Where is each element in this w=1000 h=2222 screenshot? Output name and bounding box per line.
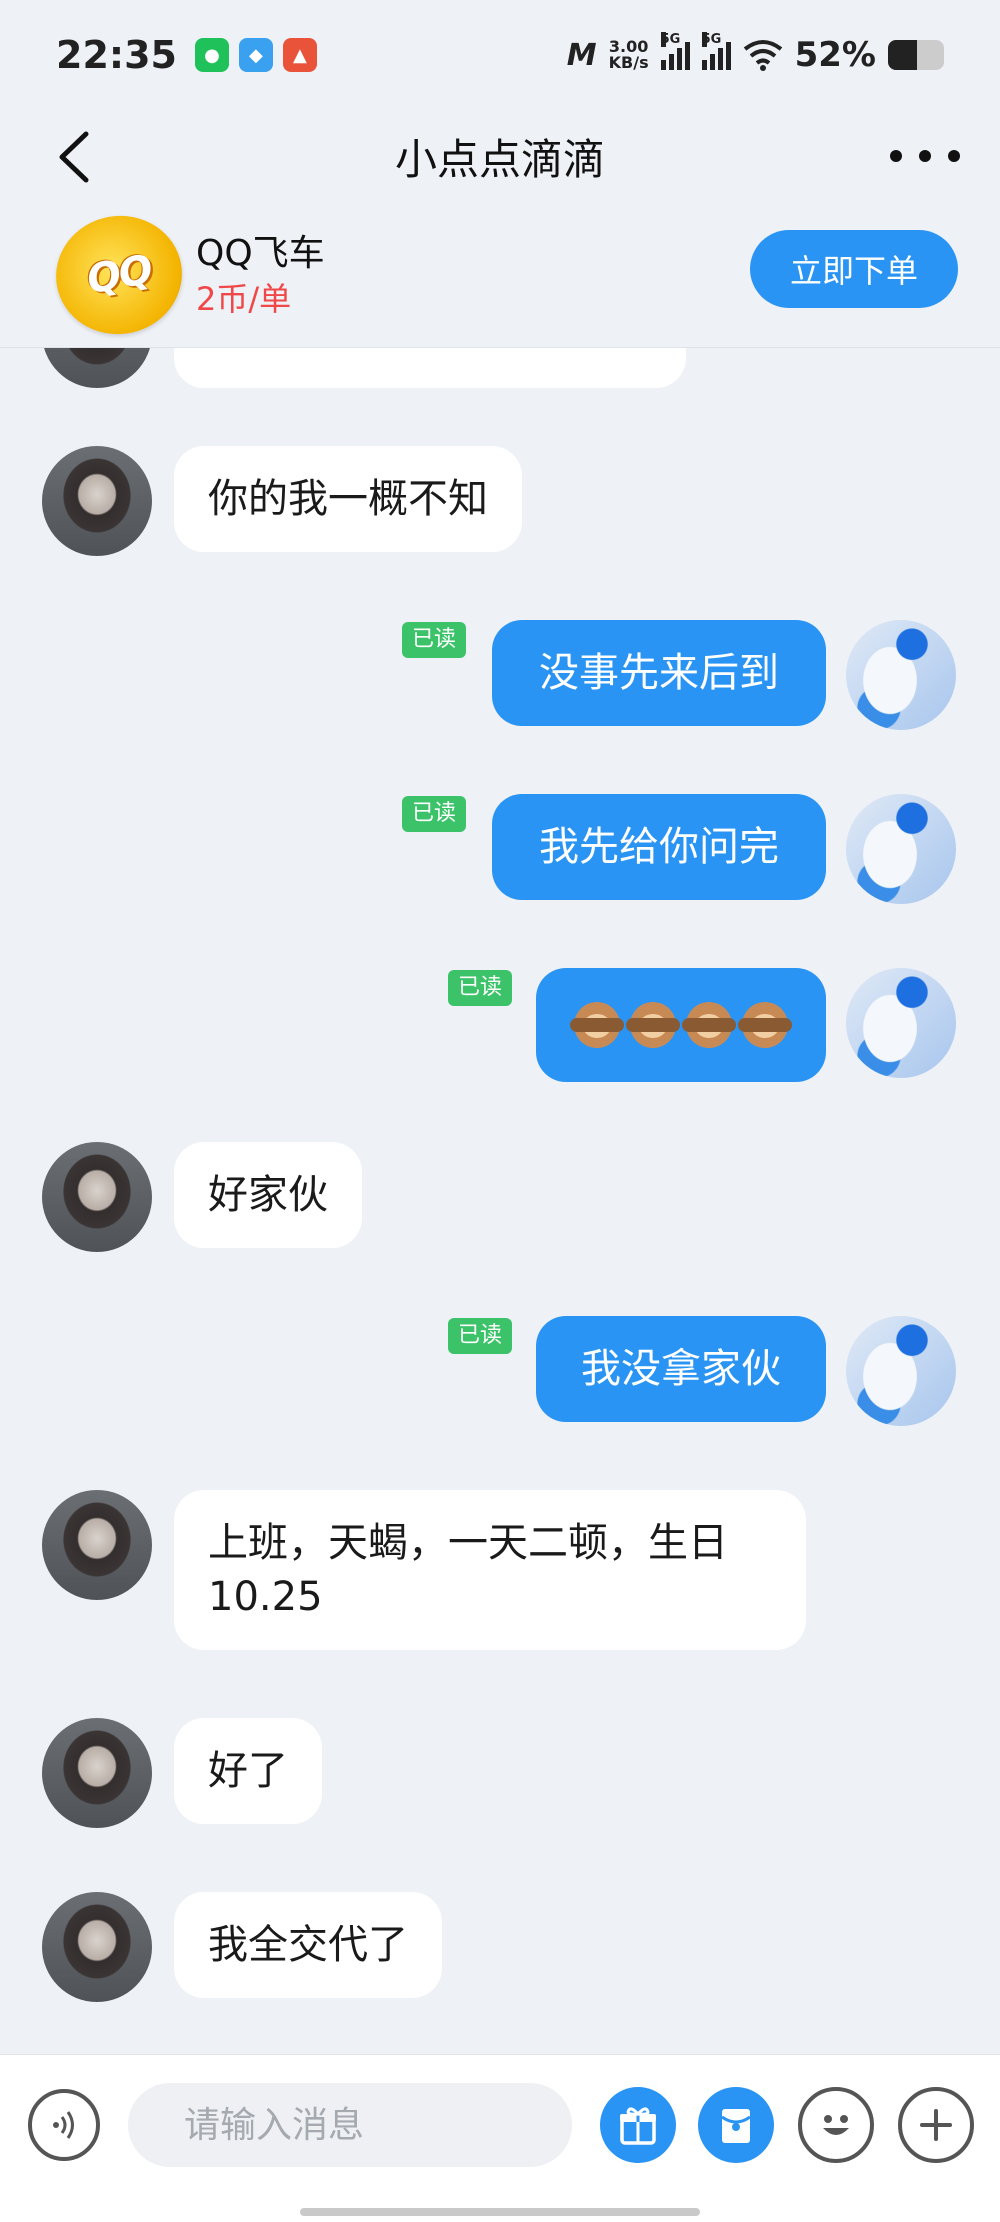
wechat-icon: ●: [194, 38, 229, 72]
page-title: 小点点滴滴: [394, 134, 605, 184]
sim1-label: 5G: [660, 32, 681, 47]
my-avatar[interactable]: [846, 1316, 956, 1426]
monkey-see-no-evil-icon: [570, 1002, 624, 1048]
my-avatar[interactable]: [846, 620, 956, 730]
my-avatar[interactable]: [846, 968, 956, 1078]
net-speed: 3.00 KB/s: [609, 39, 649, 71]
game-order-banner: QQ QQ飞车 2币/单 立即下单: [0, 202, 1000, 348]
more-options-button[interactable]: [890, 136, 960, 176]
message-bubble-partial: [174, 348, 686, 388]
contact-avatar[interactable]: [42, 1892, 152, 2002]
message-bubble-incoming[interactable]: 好了: [174, 1718, 322, 1824]
order-now-button[interactable]: 立即下单: [750, 230, 958, 308]
status-time: 22:35: [56, 33, 177, 77]
signal-icon: 5G: [701, 32, 731, 70]
read-receipt-badge: 已读: [448, 970, 513, 1006]
chat-messages[interactable]: 你的我一概不知 已读 没事先来后到 已读 我先给你问完 已读 好家伙 已读 我没…: [0, 348, 1000, 2054]
message-bubble-outgoing[interactable]: 我先给你问完: [492, 794, 826, 900]
voice-button[interactable]: [28, 2089, 100, 2161]
read-receipt-badge: 已读: [448, 1318, 513, 1354]
game-logo[interactable]: QQ: [46, 205, 192, 345]
gift-icon: [620, 2107, 656, 2145]
message-bubble-incoming[interactable]: 你的我一概不知: [174, 446, 522, 552]
monkey-see-no-evil-icon: [738, 1002, 792, 1048]
emoji-row: [560, 1002, 802, 1048]
message-bubble-incoming[interactable]: 我全交代了: [174, 1892, 442, 1998]
red-packet-button[interactable]: [698, 2087, 774, 2163]
battery-percent: 52%: [794, 35, 876, 75]
message-bubble-outgoing[interactable]: 我没拿家伙: [536, 1316, 826, 1422]
contact-avatar[interactable]: [42, 348, 152, 388]
more-dot-icon: [890, 150, 902, 162]
message-bubble-outgoing[interactable]: 没事先来后到: [492, 620, 826, 726]
my-avatar[interactable]: [846, 794, 956, 904]
more-dot-icon: [948, 150, 960, 162]
qq-icon: ◆: [238, 38, 273, 72]
plus-icon: [920, 2109, 952, 2141]
gift-button[interactable]: [600, 2087, 676, 2163]
status-indicators: M 3.00 KB/s 5G 5G 52%: [566, 32, 944, 75]
more-dot-icon: [919, 150, 931, 162]
contact-avatar[interactable]: [42, 1718, 152, 1828]
signal-icon: 5G: [660, 32, 690, 70]
read-receipt-badge: 已读: [402, 622, 467, 658]
home-indicator[interactable]: [300, 2208, 700, 2216]
message-bubble-incoming[interactable]: 上班，天蝎，一天二顿，生日10.25: [174, 1490, 806, 1650]
sim2-label: 5G: [701, 32, 722, 47]
chat-header: 小点点滴滴: [0, 110, 1000, 202]
red-packet-icon: [721, 2109, 751, 2143]
monkey-see-no-evil-icon: [682, 1002, 736, 1048]
game-price: 2币/单: [196, 280, 292, 318]
read-receipt-badge: 已读: [402, 796, 467, 832]
contact-avatar[interactable]: [42, 446, 152, 556]
status-bar: 22:35 ● ◆ ▲ M 3.00 KB/s 5G 5G 52%: [0, 0, 1000, 110]
contact-avatar[interactable]: [42, 1490, 152, 1600]
message-bubble-incoming[interactable]: 好家伙: [174, 1142, 362, 1248]
battery-icon: [888, 40, 944, 70]
game-icon: ▲: [282, 38, 317, 72]
back-arrow-icon: [59, 131, 89, 183]
message-bubble-emoji[interactable]: [536, 968, 826, 1082]
contact-avatar[interactable]: [42, 1142, 152, 1252]
voice-icon: [53, 2111, 74, 2139]
emoji-icon: [823, 2115, 849, 2135]
more-actions-button[interactable]: [898, 2087, 974, 2163]
input-bar: [0, 2054, 1000, 2222]
message-input[interactable]: [128, 2083, 572, 2167]
monkey-see-no-evil-icon: [626, 1002, 680, 1048]
back-button[interactable]: [52, 130, 102, 184]
wifi-icon: [743, 40, 782, 71]
nfc-icon: M: [566, 37, 597, 73]
status-app-icons: ● ◆ ▲: [194, 38, 317, 72]
game-name: QQ飞车: [196, 233, 325, 274]
emoji-button[interactable]: [798, 2087, 874, 2163]
net-speed-unit: KB/s: [608, 53, 649, 72]
